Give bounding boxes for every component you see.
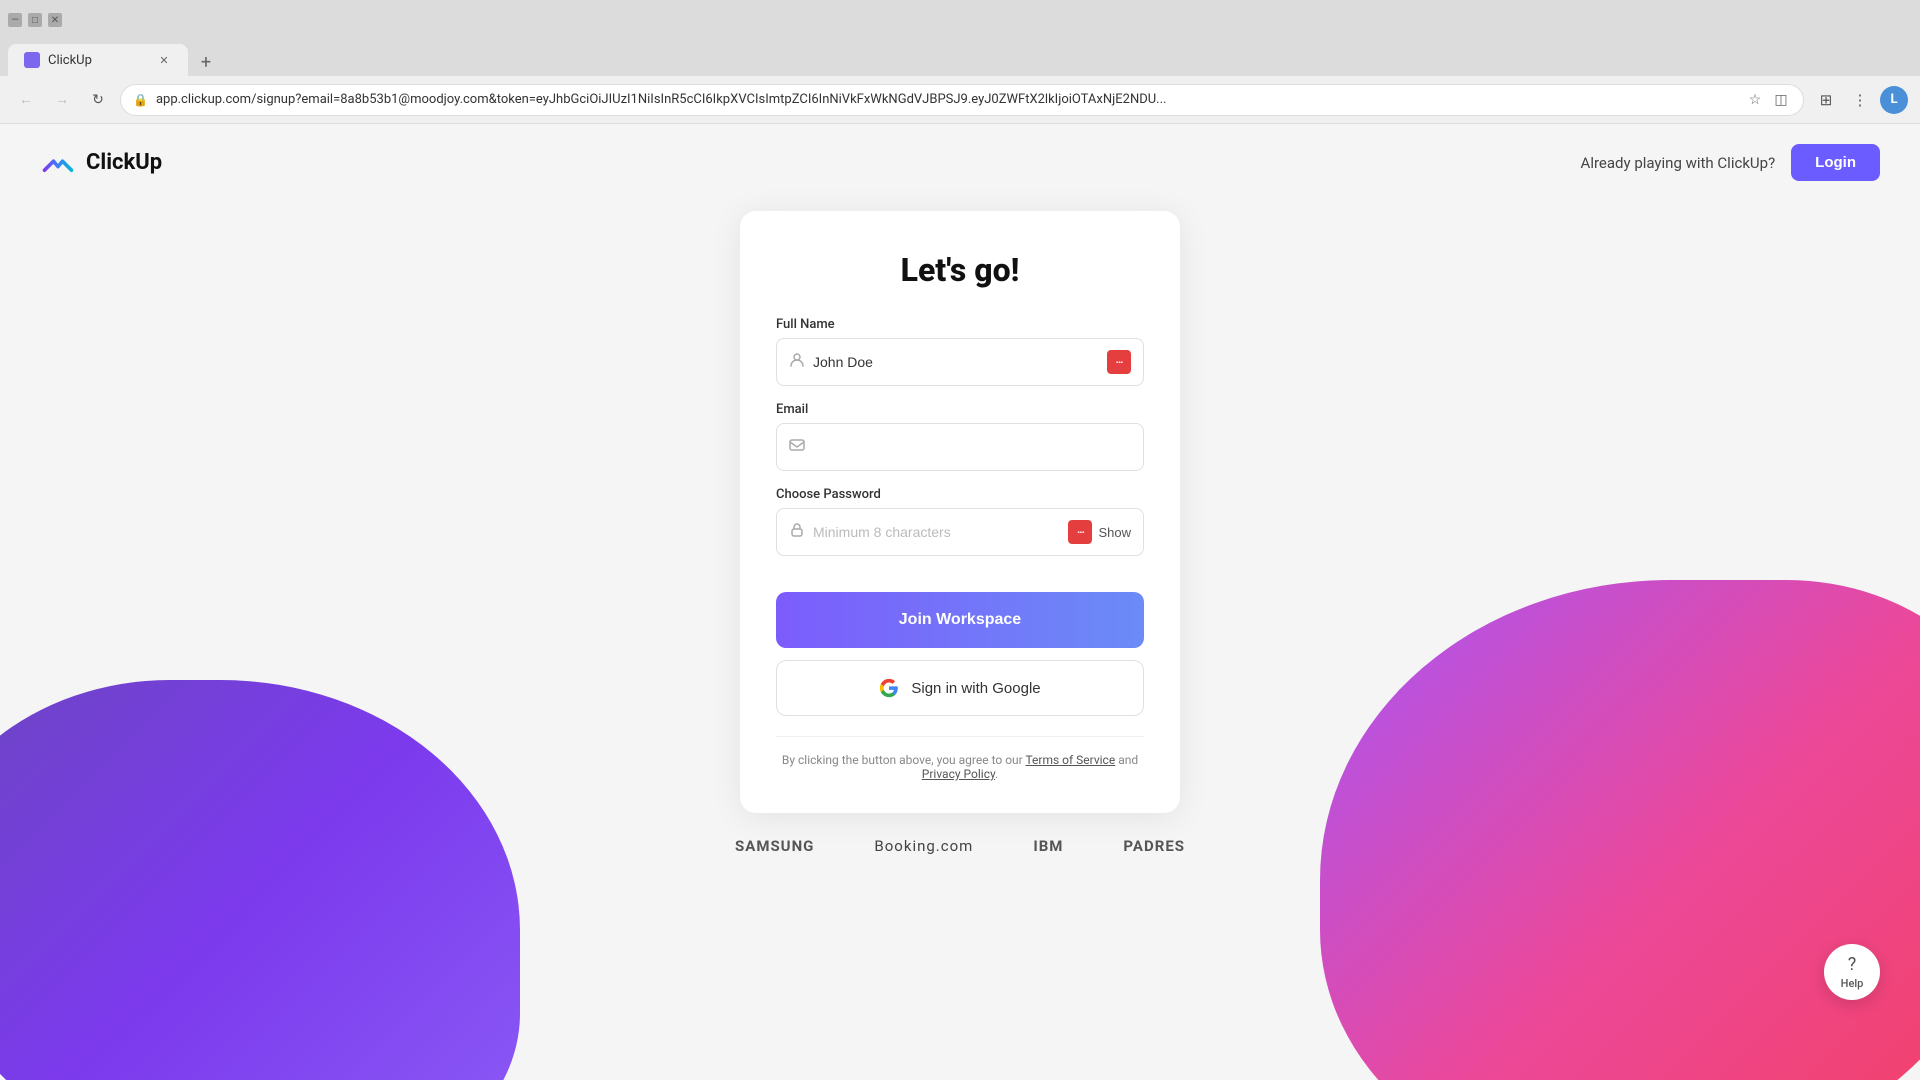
brand-booking: Booking.com: [874, 837, 973, 855]
login-button[interactable]: Login: [1791, 144, 1880, 181]
brand-samsung: SAMSUNG: [735, 837, 814, 855]
full-name-label: Full Name: [776, 317, 1144, 332]
tab-close-button[interactable]: ✕: [156, 52, 172, 68]
back-button[interactable]: ←: [12, 86, 40, 114]
tab-favicon: [24, 52, 40, 68]
google-signin-button[interactable]: Sign in with Google: [776, 660, 1144, 716]
page-content: ClickUp Already playing with ClickUp? Lo…: [0, 124, 1920, 1080]
join-workspace-button[interactable]: Join Workspace: [776, 592, 1144, 648]
window-controls: — □ ✕: [8, 13, 62, 27]
user-icon: [789, 352, 805, 372]
browser-tabs: ClickUp ✕ +: [0, 40, 1920, 76]
clickup-logo-icon: [40, 145, 76, 181]
refresh-button[interactable]: ↻: [84, 86, 112, 114]
extension-icon[interactable]: ◫: [1771, 90, 1791, 110]
password-label: Choose Password: [776, 487, 1144, 502]
terms-period: .: [995, 767, 998, 781]
address-bar-actions: ☆ ◫: [1745, 90, 1791, 110]
full-name-input-wrapper: ···: [776, 338, 1144, 386]
brand-padres: PADRES: [1123, 837, 1185, 855]
maximize-button[interactable]: □: [28, 13, 42, 27]
url-text: app.clickup.com/signup?email=8a8b53b1@mo…: [156, 92, 1737, 107]
terms-prefix: By clicking the button above, you agree …: [782, 753, 1023, 767]
brand-ibm: IBM: [1033, 837, 1063, 855]
email-label: Email: [776, 402, 1144, 417]
bookmark-icon[interactable]: ☆: [1745, 90, 1765, 110]
browser-toolbar: ← → ↻ 🔒 app.clickup.com/signup?email=8a8…: [0, 76, 1920, 124]
help-button[interactable]: ? Help: [1824, 944, 1880, 1000]
google-icon: [879, 678, 899, 698]
browser-titlebar: — □ ✕: [0, 0, 1920, 40]
password-group: Choose Password ··· Show: [776, 487, 1144, 556]
help-icon: ?: [1848, 954, 1857, 975]
help-label: Help: [1841, 977, 1864, 990]
terms-text: By clicking the button above, you agree …: [776, 736, 1144, 781]
email-icon: [789, 437, 805, 457]
close-button[interactable]: ✕: [48, 13, 62, 27]
email-input[interactable]: 8a8b53b1@moodjoy.com: [813, 439, 1131, 455]
footer-logos: SAMSUNG Booking.com IBM PADRES: [0, 837, 1920, 855]
forward-button[interactable]: →: [48, 86, 76, 114]
show-password-button[interactable]: Show: [1098, 525, 1131, 540]
browser-right-icons: ⊞ ⋮ L: [1812, 86, 1908, 114]
password-input-wrapper: ··· Show: [776, 508, 1144, 556]
browser-menu-button[interactable]: ⋮: [1846, 86, 1874, 114]
email-group: Email 8a8b53b1@moodjoy.com: [776, 402, 1144, 471]
lock-icon: 🔒: [133, 93, 148, 107]
logo: ClickUp: [40, 145, 162, 181]
full-name-input[interactable]: [813, 354, 1107, 370]
password-error-badge: ···: [1068, 520, 1092, 544]
google-signin-label: Sign in with Google: [911, 680, 1040, 697]
minimize-button[interactable]: —: [8, 13, 22, 27]
terms-of-service-link[interactable]: Terms of Service: [1025, 753, 1115, 767]
full-name-group: Full Name ···: [776, 317, 1144, 386]
tab-title: ClickUp: [48, 53, 148, 68]
lock-icon: [789, 522, 805, 542]
new-tab-button[interactable]: +: [192, 48, 220, 76]
active-tab[interactable]: ClickUp ✕: [8, 44, 188, 76]
address-bar[interactable]: 🔒 app.clickup.com/signup?email=8a8b53b1@…: [120, 84, 1804, 116]
password-input[interactable]: [813, 524, 1068, 540]
privacy-policy-link[interactable]: Privacy Policy: [922, 767, 995, 781]
form-title: Let's go!: [776, 251, 1144, 289]
email-input-wrapper: 8a8b53b1@moodjoy.com: [776, 423, 1144, 471]
nav-right: Already playing with ClickUp? Login: [1581, 144, 1880, 181]
background-blob-purple: [0, 680, 520, 1080]
already-playing-text: Already playing with ClickUp?: [1581, 154, 1776, 172]
background-blob-pink: [1320, 580, 1920, 1080]
logo-text: ClickUp: [86, 150, 162, 175]
terms-and: and: [1118, 753, 1138, 767]
browser-chrome: — □ ✕ ClickUp ✕ + ← → ↻ 🔒 app.clickup.co…: [0, 0, 1920, 124]
profile-avatar[interactable]: L: [1880, 86, 1908, 114]
top-nav: ClickUp Already playing with ClickUp? Lo…: [0, 124, 1920, 201]
signup-form-card: Let's go! Full Name ··· Email: [740, 211, 1180, 813]
full-name-error-badge: ···: [1107, 350, 1131, 374]
extensions-button[interactable]: ⊞: [1812, 86, 1840, 114]
